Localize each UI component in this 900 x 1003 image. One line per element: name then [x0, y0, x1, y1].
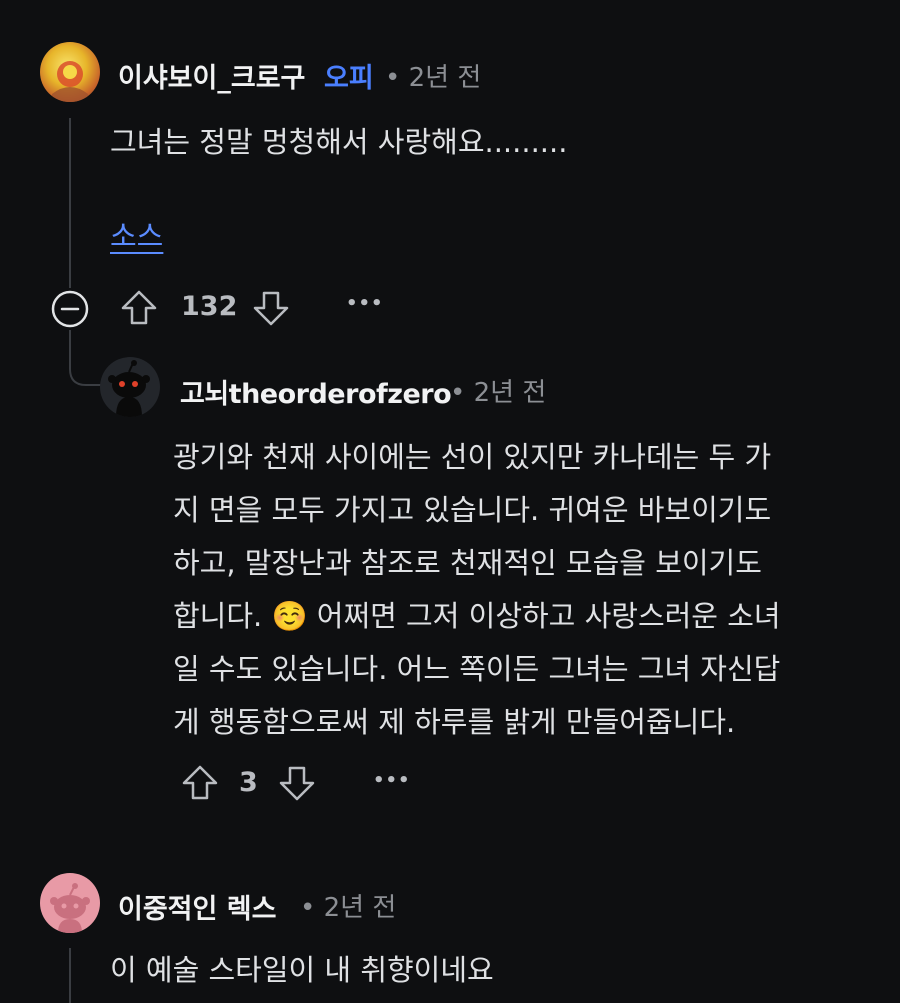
source-link[interactable]: 소스 — [110, 213, 163, 255]
thread-line — [69, 118, 71, 288]
comment-line: 광기와 천재 사이에는 선이 있지만 카나데는 두 가 — [173, 440, 772, 474]
avatar-image — [52, 61, 88, 102]
snoo-avatar-image — [50, 883, 90, 933]
comment-body: 이 예술 스타일이 내 취향이네요 — [110, 953, 494, 987]
arrow-down-icon[interactable] — [251, 288, 291, 328]
comment-body: 그녀는 정말 멍청해서 사랑해요......... — [110, 125, 568, 159]
comment-line: 일 수도 있습니다. 어느 쪽이든 그녀는 그녀 자신답 — [173, 652, 781, 686]
vote-count: 3 — [239, 767, 258, 798]
comment-line: 지 면을 모두 가지고 있습니다. 귀여운 바보이기도 — [173, 493, 772, 527]
thread-line — [69, 948, 71, 1003]
vote-count: 132 — [181, 291, 238, 322]
avatar[interactable] — [40, 873, 100, 933]
comment-line: 게 행동함으로써 제 하루를 밝게 만들어줍니다. — [173, 705, 736, 739]
minus-circle-icon[interactable] — [50, 289, 90, 329]
arrow-down-icon[interactable] — [277, 763, 317, 803]
arrow-up-icon[interactable] — [180, 763, 220, 803]
comment-author[interactable]: 고뇌theorderofzero — [180, 372, 452, 411]
more-dots-icon[interactable]: ••• — [346, 293, 384, 314]
comment-author[interactable]: 이중적인 렉스 — [118, 887, 276, 926]
avatar[interactable] — [100, 357, 160, 417]
comment-line: 하고, 말장난과 참조로 천재적인 모습을 보이기도 — [173, 546, 762, 580]
snoo-avatar-image — [108, 360, 150, 417]
comment-line: 합니다. ☺️ 어쩌면 그저 이상하고 사랑스러운 소녀 — [173, 599, 781, 633]
comment-timestamp: • 2년 전 — [450, 378, 547, 408]
avatar[interactable] — [40, 42, 100, 102]
op-badge: 오피 — [324, 63, 374, 94]
comment-timestamp: • 2년 전 — [385, 63, 482, 93]
comment-body: 광기와 천재 사이에는 선이 있지만 카나데는 두 가 지 면을 모두 가지고 … — [173, 431, 853, 749]
more-dots-icon[interactable]: ••• — [373, 770, 411, 791]
comment-author[interactable]: 이샤보이_크로구 — [118, 56, 305, 95]
arrow-up-icon[interactable] — [119, 288, 159, 328]
comment-timestamp: • 2년 전 — [300, 893, 397, 923]
